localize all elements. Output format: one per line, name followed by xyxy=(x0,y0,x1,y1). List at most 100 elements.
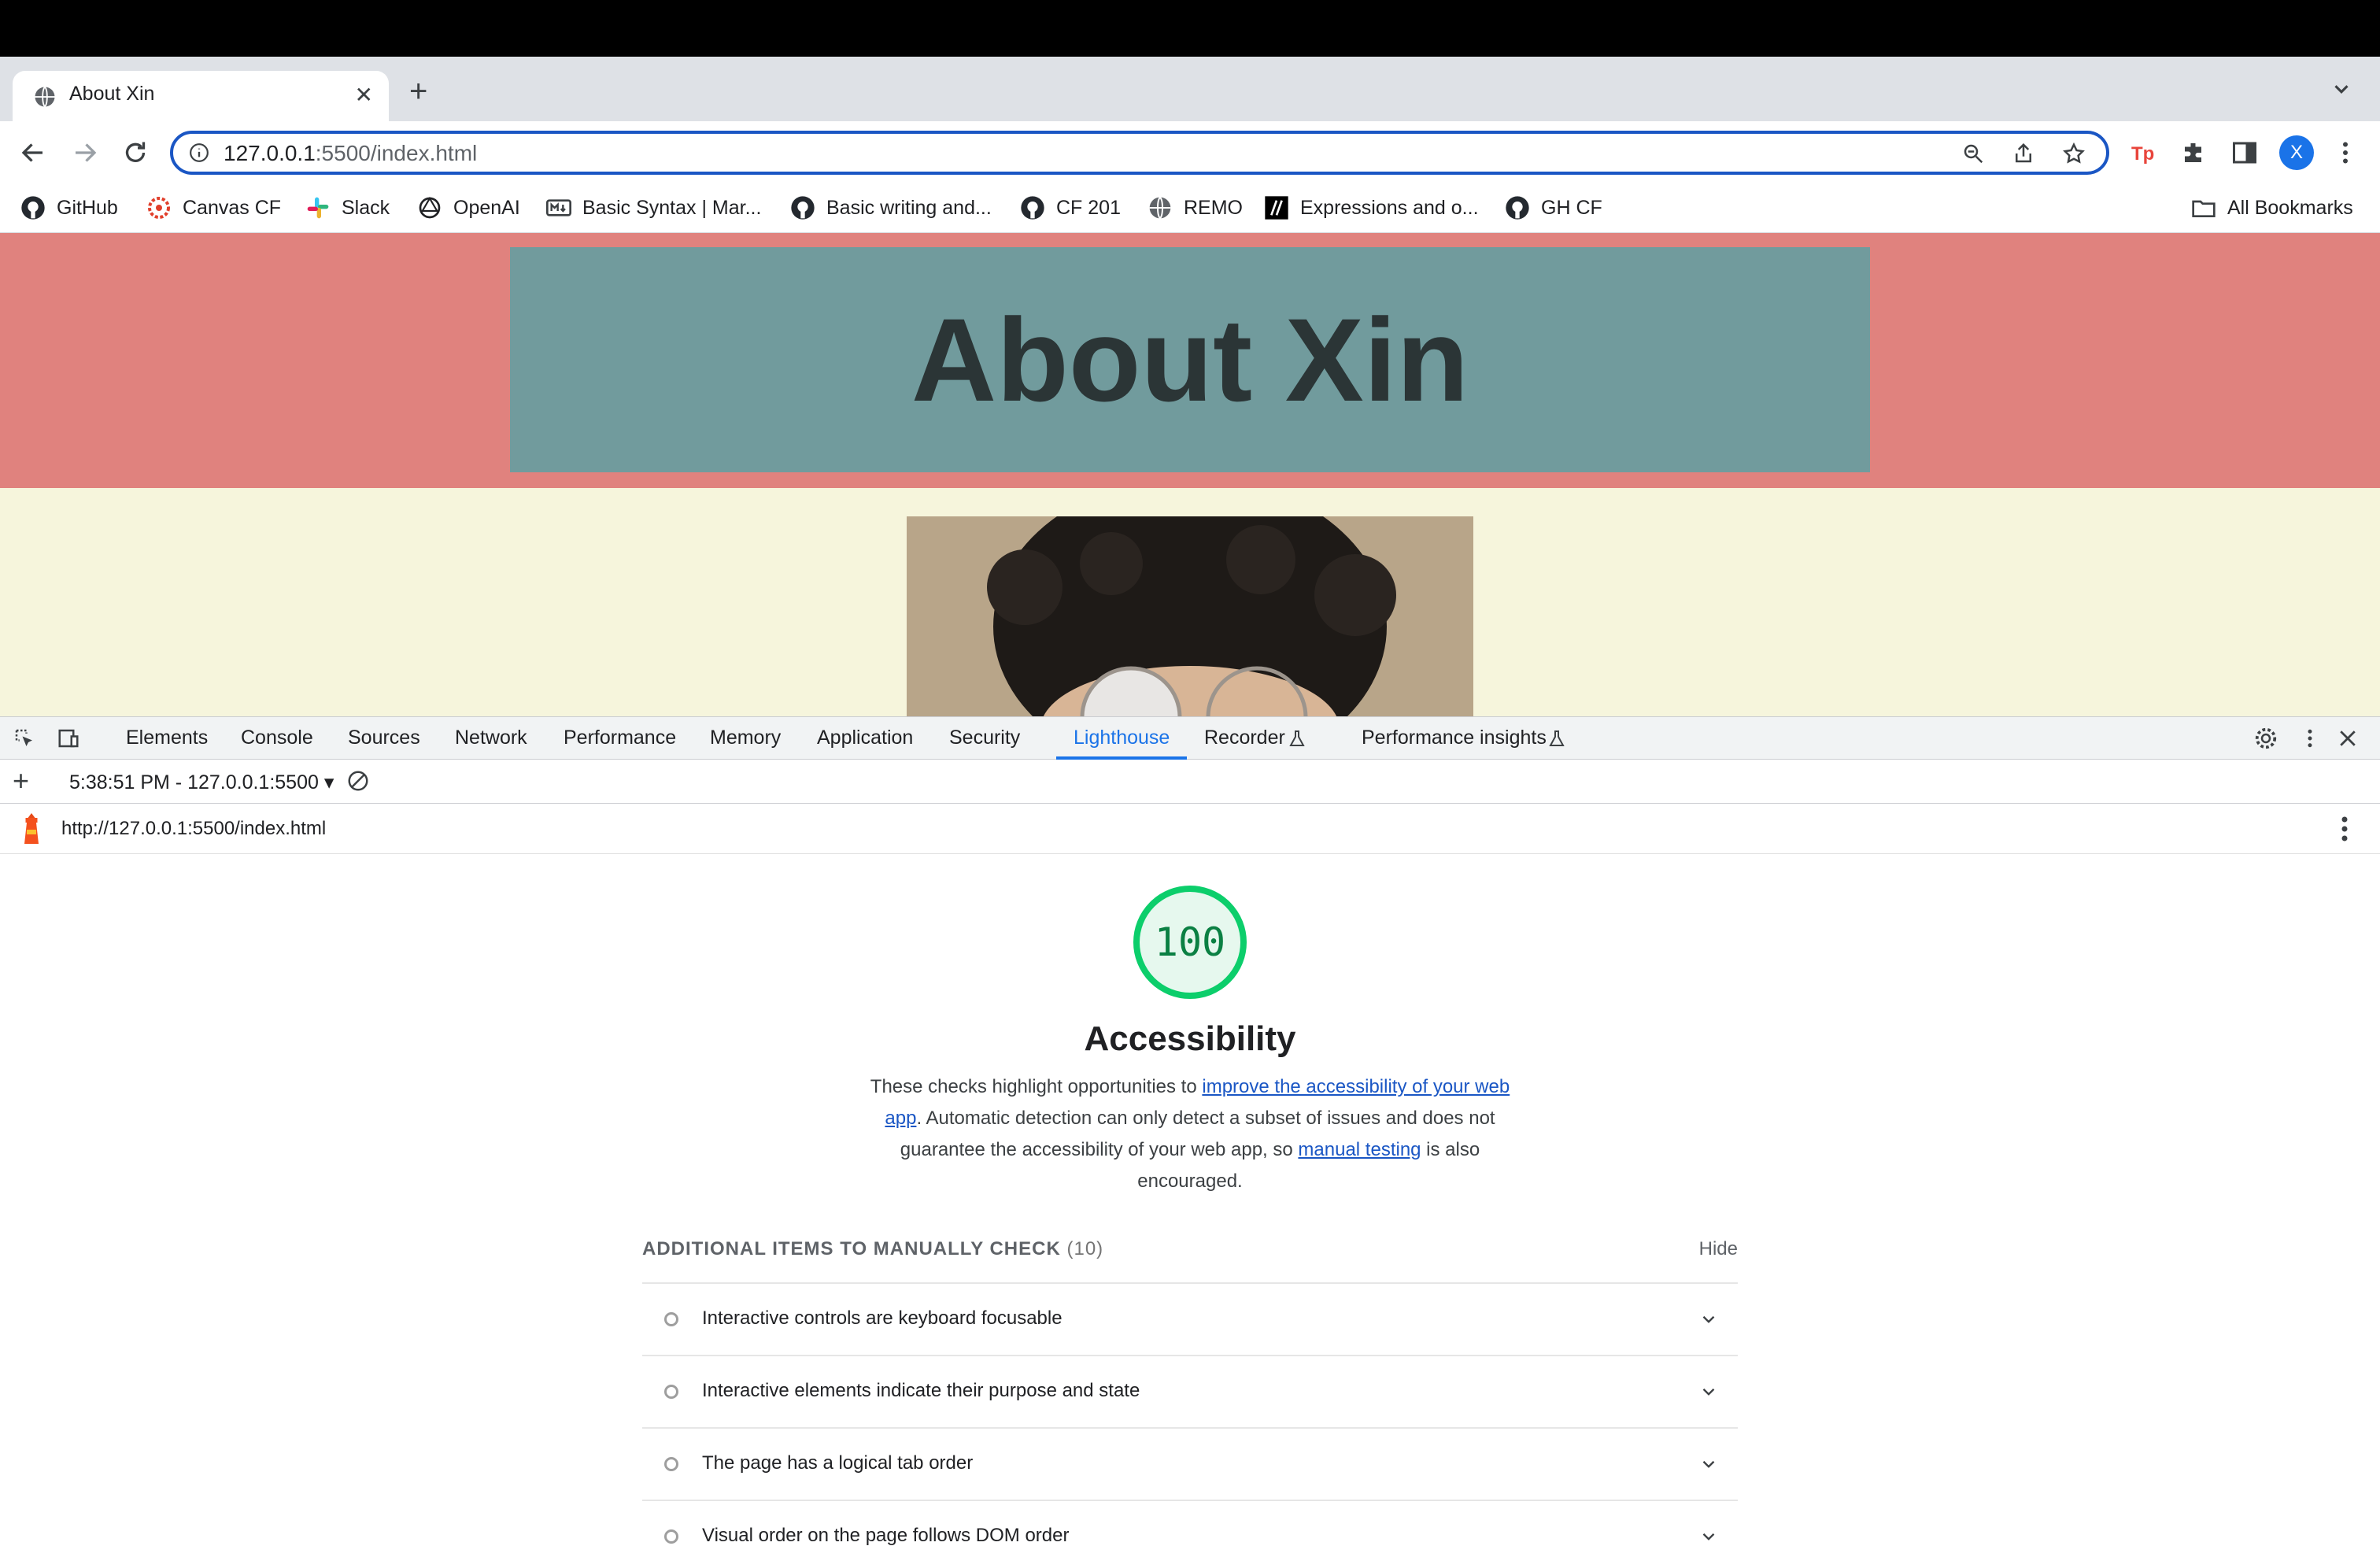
bookmark-item[interactable]: OpenAI xyxy=(417,194,520,222)
browser-menu-icon[interactable] xyxy=(2331,139,2360,167)
audit-item[interactable]: Interactive elements indicate their purp… xyxy=(642,1355,1738,1427)
device-toolbar-icon[interactable] xyxy=(57,727,80,750)
web-page-viewport: About Xin xyxy=(0,233,2380,716)
tp-extension-icon[interactable]: Tp xyxy=(2130,139,2158,167)
bookmark-item[interactable]: GitHub xyxy=(20,194,118,222)
profile-photo xyxy=(907,516,1473,716)
bookmark-item[interactable]: Slack xyxy=(305,194,390,222)
tab-performance[interactable]: Performance xyxy=(564,727,676,749)
audit-title: Interactive elements indicate their purp… xyxy=(702,1380,1140,1401)
manual-audit-marker-icon xyxy=(664,1457,678,1471)
github-icon xyxy=(21,196,45,220)
lighthouse-toolbar: + 5:38:51 PM - 127.0.0.1:5500 ▾ xyxy=(0,760,2380,804)
slack-icon xyxy=(307,197,329,219)
github-icon xyxy=(791,196,815,220)
devtools-panel: Elements Console Sources Network Perform… xyxy=(0,716,2380,1546)
close-icon[interactable] xyxy=(2336,727,2360,750)
tab-console[interactable]: Console xyxy=(241,727,313,749)
accessibility-score-gauge[interactable]: 100 xyxy=(1133,886,1247,999)
tab-performance-insights[interactable]: Performance insights xyxy=(1362,727,1547,749)
new-tab-icon[interactable]: + xyxy=(409,76,427,107)
audit-title: Visual order on the page follows DOM ord… xyxy=(702,1525,1070,1546)
chevron-down-icon[interactable] xyxy=(1698,1309,1719,1330)
bookmark-item[interactable]: Basic Syntax | Mar... xyxy=(546,194,761,222)
tab-recorder[interactable]: Recorder xyxy=(1204,727,1285,749)
audit-item[interactable]: Visual order on the page follows DOM ord… xyxy=(642,1500,1738,1546)
bookmark-item[interactable]: GH CF xyxy=(1505,194,1602,222)
audit-item[interactable]: Interactive controls are keyboard focusa… xyxy=(642,1282,1738,1355)
address-bar[interactable]: 127.0.0.1:5500/index.html xyxy=(170,131,2109,175)
markdown-icon xyxy=(546,199,571,216)
audit-title: The page has a logical tab order xyxy=(702,1452,974,1474)
extensions-puzzle-icon[interactable] xyxy=(2180,139,2208,167)
manual-audit-marker-icon xyxy=(664,1312,678,1326)
reload-icon[interactable] xyxy=(121,139,150,167)
bookmark-item[interactable]: Basic writing and... xyxy=(790,194,992,222)
clear-reports-icon[interactable] xyxy=(346,769,370,793)
tab-sources[interactable]: Sources xyxy=(348,727,420,749)
bookmark-star-icon[interactable] xyxy=(2062,142,2086,165)
lighthouse-logo-icon xyxy=(24,813,39,844)
bookmark-label: Canvas CF xyxy=(183,196,282,219)
site-info-icon[interactable] xyxy=(189,142,209,163)
hide-button[interactable]: Hide xyxy=(1699,1238,1738,1260)
devtools-tabbar: Elements Console Sources Network Perform… xyxy=(0,717,2380,760)
manual-checks-count: (10) xyxy=(1066,1238,1104,1259)
category-title: Accessibility xyxy=(1084,1019,1296,1058)
tab-lighthouse[interactable]: Lighthouse xyxy=(1074,727,1170,749)
globe-icon xyxy=(1149,196,1171,220)
url-text: 127.0.0.1:5500/index.html xyxy=(224,141,477,166)
bookmark-item[interactable]: REMO xyxy=(1148,194,1243,222)
back-icon[interactable] xyxy=(19,139,47,167)
profile-avatar[interactable]: X xyxy=(2279,135,2314,170)
chevron-down-icon[interactable] xyxy=(1698,1454,1719,1474)
share-icon[interactable] xyxy=(2012,142,2035,165)
browser-toolbar: 127.0.0.1:5500/index.html Tp X xyxy=(0,121,2380,184)
bookmark-item[interactable]: Canvas CF xyxy=(146,194,281,222)
chevron-down-icon[interactable] xyxy=(1698,1381,1719,1402)
bookmark-item[interactable]: CF 201 xyxy=(1020,194,1121,222)
forward-icon[interactable] xyxy=(71,139,99,167)
bookmark-label: GitHub xyxy=(57,196,118,219)
openai-icon xyxy=(419,196,441,219)
new-report-icon[interactable]: + xyxy=(13,764,29,797)
bookmark-item[interactable]: Expressions and o... xyxy=(1264,194,1479,222)
bookmark-label: REMO xyxy=(1184,196,1243,219)
zoom-icon[interactable] xyxy=(1961,142,1985,165)
report-menu-icon[interactable] xyxy=(2341,815,2349,843)
tab-elements[interactable]: Elements xyxy=(126,727,208,749)
globe-icon xyxy=(35,86,55,108)
inspect-element-icon[interactable] xyxy=(13,727,36,750)
bookmarks-bar: GitHub Canvas CF Slack OpenAI Basic Synt… xyxy=(0,184,2380,233)
all-bookmarks-button[interactable]: All Bookmarks xyxy=(2191,194,2353,222)
browser-tab[interactable]: About Xin ✕ xyxy=(13,71,389,121)
manual-checks-label: ADDITIONAL ITEMS TO MANUALLY CHECK xyxy=(642,1238,1061,1259)
canvas-icon xyxy=(148,197,170,219)
close-tab-icon[interactable]: ✕ xyxy=(355,82,373,108)
devtools-menu-icon[interactable] xyxy=(2298,727,2322,750)
tab-network[interactable]: Network xyxy=(455,727,527,749)
report-selector[interactable]: 5:38:51 PM - 127.0.0.1:5500 ▾ xyxy=(69,771,334,794)
tab-application[interactable]: Application xyxy=(817,727,913,749)
tab-security[interactable]: Security xyxy=(949,727,1020,749)
chevron-down-icon[interactable] xyxy=(2330,77,2353,101)
bookmark-label: Expressions and o... xyxy=(1300,196,1479,219)
github-icon xyxy=(1506,196,1529,220)
mdn-icon xyxy=(1265,196,1288,220)
page-header-box: About Xin xyxy=(510,247,1870,472)
experiment-flask-icon xyxy=(1549,730,1565,746)
category-description: These checks highlight opportunities to … xyxy=(866,1071,1514,1197)
settings-gear-icon[interactable] xyxy=(2254,727,2278,750)
page-header: About Xin xyxy=(0,233,2380,488)
manual-checks-header: ADDITIONAL ITEMS TO MANUALLY CHECK (10) … xyxy=(642,1232,1738,1271)
lighthouse-report-header: http://127.0.0.1:5500/index.html xyxy=(0,804,2380,854)
experiment-flask-icon xyxy=(1289,730,1305,746)
system-top-bar xyxy=(0,0,2380,57)
chevron-down-icon[interactable] xyxy=(1698,1526,1719,1546)
audit-item[interactable]: The page has a logical tab order xyxy=(642,1427,1738,1500)
portrait-image xyxy=(907,516,1473,716)
tab-memory[interactable]: Memory xyxy=(710,727,781,749)
manual-testing-link[interactable]: manual testing xyxy=(1298,1139,1421,1160)
score-value: 100 xyxy=(1154,919,1226,965)
side-panel-icon[interactable] xyxy=(2230,139,2259,167)
